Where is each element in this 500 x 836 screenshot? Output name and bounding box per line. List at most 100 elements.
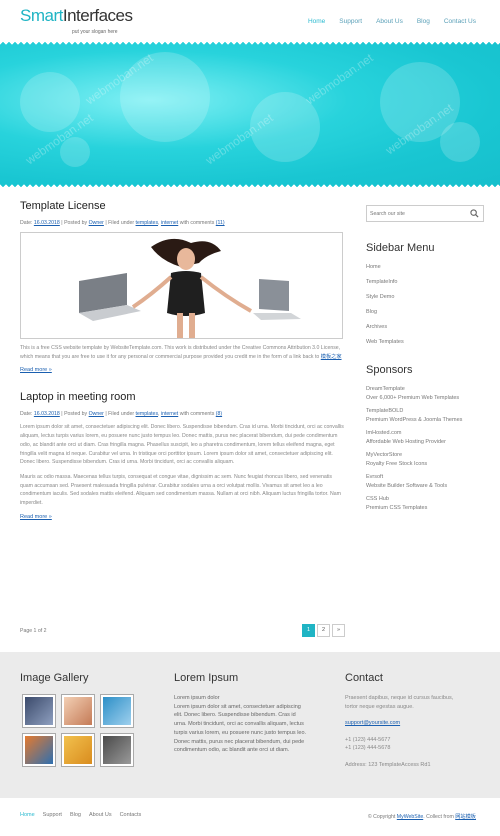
banner-watermark: webmoban.net: [303, 50, 376, 108]
contact-email-link[interactable]: support@yoursite.com: [345, 720, 400, 726]
lorem-line: turpis varius lorem, eu posuere nunc jus…: [174, 729, 307, 736]
gallery-thumb[interactable]: [100, 733, 134, 767]
sidebar-item-home[interactable]: Home: [366, 264, 484, 279]
sponsor-list: DreamTemplate Over 6,000+ Premium Web Te…: [366, 386, 484, 513]
banner-bottom-zigzag: [0, 181, 500, 187]
post: Laptop in meeting room Date: 16.03.2018 …: [20, 391, 345, 519]
sidebar-item-templateinfo[interactable]: TemplateInfo: [366, 279, 484, 294]
read-more-link[interactable]: Read more »: [20, 514, 345, 520]
sponsor-item: TemplateBOLD Premium WordPress & Joomla …: [366, 408, 484, 425]
lorem-line: Lorem ipsum dolor: [174, 695, 220, 701]
lorem-text: Lorem ipsum dolor Lorem ipsum dolor sit …: [174, 694, 324, 755]
search-icon[interactable]: [470, 209, 479, 218]
gallery-thumb[interactable]: [61, 733, 95, 767]
page-indicator: Page 1 of 2: [20, 628, 47, 634]
site-slogan: put your slogan here: [72, 29, 118, 35]
meta-category-link[interactable]: internet: [161, 220, 178, 226]
meta-category-link[interactable]: templates: [136, 220, 159, 226]
sponsor-item: CSS Hub Premium CSS Templates: [366, 496, 484, 513]
meta-category-link[interactable]: internet: [161, 411, 178, 417]
contact-info: Praesent dapibus, neque id cursus faucib…: [345, 694, 485, 769]
gallery-thumb[interactable]: [100, 694, 134, 728]
search-input[interactable]: [367, 206, 467, 222]
banner-bubble: [440, 122, 480, 162]
post-excerpt-text: This is a free CSS website template by W…: [20, 345, 341, 360]
lorem-line: condimentum odio, ac blandit ante orci u…: [174, 747, 290, 754]
page-buttons: 1 2 »: [302, 624, 345, 637]
sponsor-desc: Royalty Free Stock Icons: [366, 461, 428, 467]
meta-with-label: with comments: [179, 220, 215, 226]
hero-banner: webmoban.net webmoban.net webmoban.net w…: [0, 42, 500, 187]
sidebar-item-web-templates[interactable]: Web Templates: [366, 339, 484, 354]
main-content: Template License Date: 16.03.2018 | Post…: [20, 200, 345, 538]
contact-text: Praesent dapibus, neque id cursus faucib…: [345, 695, 454, 701]
collect-link[interactable]: 网站模板: [455, 814, 476, 820]
main-nav: Home Support About Us Blog Contact Us: [294, 18, 476, 25]
meta-date-link[interactable]: 16.03.2018: [34, 411, 60, 417]
meta-filed-label: Filed under: [108, 411, 135, 418]
meta-date-link[interactable]: 16.03.2018: [34, 220, 60, 226]
contact-phone: +1 (123) 444-5677: [345, 736, 391, 743]
nav-blog[interactable]: Blog: [417, 18, 430, 25]
nav-home[interactable]: Home: [308, 18, 325, 25]
meta-author-link[interactable]: Owner: [89, 411, 104, 417]
footer-nav-about-us[interactable]: About Us: [89, 812, 112, 818]
meta-with-label: with comments: [179, 411, 215, 418]
gallery-thumb[interactable]: [22, 694, 56, 728]
site-logo[interactable]: SmartInterfaces: [20, 6, 133, 26]
sidebar-menu: Home TemplateInfo Style Demo Blog Archiv…: [366, 264, 484, 354]
sponsor-link[interactable]: TemplateBOLD: [366, 408, 484, 415]
sidebar-item-style-demo[interactable]: Style Demo: [366, 294, 484, 309]
page-1-button[interactable]: 1: [302, 624, 315, 637]
footer-nav-contacts[interactable]: Contacts: [120, 812, 142, 818]
footer-nav: Home Support Blog About Us Contacts: [20, 812, 149, 818]
page-2-button[interactable]: 2: [317, 624, 330, 637]
nav-about-us[interactable]: About Us: [376, 18, 403, 25]
next-page-button[interactable]: »: [332, 624, 345, 637]
pagination: Page 1 of 2 1 2 »: [20, 624, 345, 638]
nav-support[interactable]: Support: [339, 18, 362, 25]
lorem-title: Lorem Ipsum: [174, 672, 239, 684]
post-meta: Date: 16.03.2018 | Posted by Owner | Fil…: [20, 220, 225, 226]
sponsors-title: Sponsors: [366, 364, 413, 376]
post-image: [20, 232, 343, 339]
lorem-line: Lorem ipsum dolor sit amet, consectetuer…: [174, 703, 301, 710]
sponsor-link[interactable]: DreamTemplate: [366, 386, 484, 393]
post-excerpt: This is a free CSS website template by W…: [20, 344, 345, 361]
sidebar-item-blog[interactable]: Blog: [366, 309, 484, 324]
footer-nav-blog[interactable]: Blog: [70, 812, 81, 818]
search-box: [366, 205, 484, 222]
meta-comments-link[interactable]: (8): [216, 411, 222, 417]
contact-phone: +1 (123) 444-5678: [345, 745, 391, 751]
meta-date-label: Date:: [20, 220, 33, 226]
post-title[interactable]: Template License: [20, 200, 345, 212]
read-more-link[interactable]: Read more »: [20, 367, 345, 373]
copyright-site-link[interactable]: MyWebSite: [397, 814, 423, 820]
post-meta: Date: 16.03.2018 | Posted by Owner | Fil…: [20, 411, 223, 418]
meta-posted-label: Posted by: [64, 411, 88, 418]
gallery-thumb[interactable]: [22, 733, 56, 767]
sponsor-desc: Over 6,000+ Premium Web Templates: [366, 395, 460, 401]
sponsor-link[interactable]: CSS Hub: [366, 496, 484, 503]
contact-address: Address: 123 TemplateAccess Rd1: [345, 761, 431, 768]
meta-author-link[interactable]: Owner: [89, 220, 104, 226]
footer-nav-support[interactable]: Support: [43, 812, 62, 818]
meta-category-link[interactable]: templates: [136, 411, 159, 417]
contact-title: Contact: [345, 672, 383, 684]
meta-comments-link[interactable]: (11): [216, 220, 225, 226]
sidebar-item-archives[interactable]: Archives: [366, 324, 484, 339]
post-paragraph: Lorem ipsum dolor sit amet, consectetuer…: [20, 424, 344, 466]
post-excerpt-link[interactable]: 模板之家: [321, 354, 342, 360]
sponsor-link[interactable]: MyVectorStore: [366, 452, 484, 459]
nav-contact-us[interactable]: Contact Us: [444, 18, 476, 25]
meta-date-label: Date:: [20, 411, 33, 418]
sponsor-link[interactable]: Evrsoft: [366, 474, 484, 481]
post-title[interactable]: Laptop in meeting room: [20, 391, 345, 403]
woman-laptops-illustration: [79, 238, 301, 338]
lorem-line: elit. Donec libero. Suspendisse bibendum…: [174, 712, 296, 719]
sponsor-link[interactable]: ImHosted.com: [366, 430, 484, 437]
gallery-thumb[interactable]: [61, 694, 95, 728]
sponsor-item: ImHosted.com Affordable Web Hosting Prov…: [366, 430, 484, 447]
footer-nav-home[interactable]: Home: [20, 812, 35, 818]
logo-part-smart: Smart: [20, 6, 63, 25]
